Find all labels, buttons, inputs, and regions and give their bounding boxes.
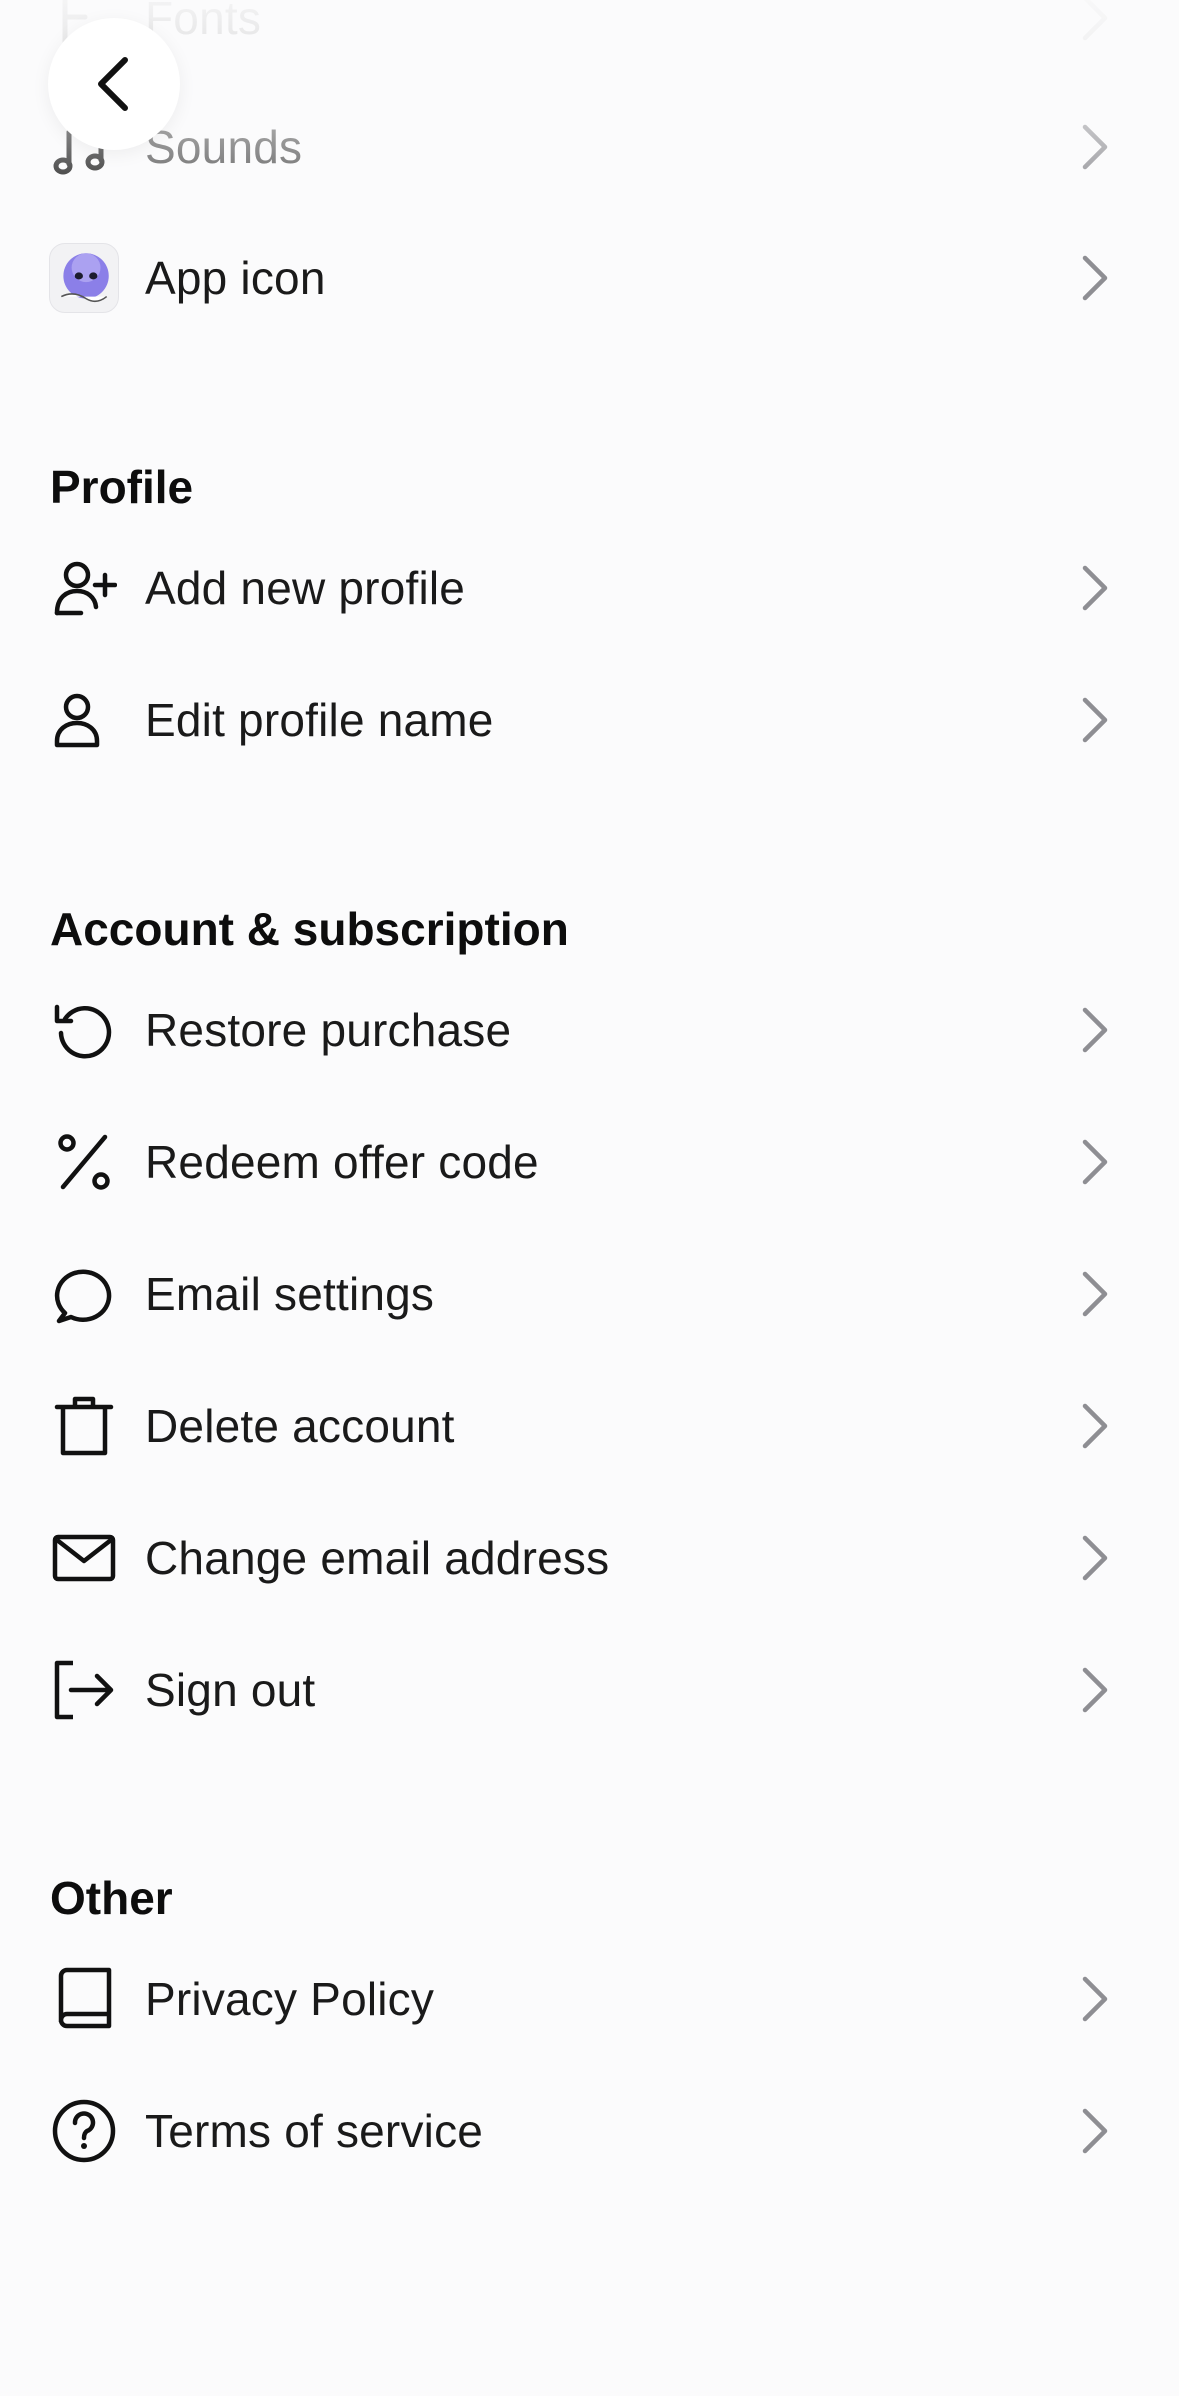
settings-item-add-new-profile[interactable]: Add new profile: [0, 522, 1179, 654]
chevron-right-icon: [1075, 1266, 1115, 1322]
settings-item-restore-purchase[interactable]: Restore purchase: [0, 964, 1179, 1096]
settings-item-label: Restore purchase: [145, 1004, 512, 1056]
chevron-right-icon: [1075, 692, 1115, 748]
user-plus-icon: [48, 552, 120, 624]
settings-page: Fonts Sounds App icon Profile Add new pr…: [0, 0, 1179, 2396]
chevron-right-icon: [1075, 1530, 1115, 1586]
settings-item-terms-of-service[interactable]: Terms of service: [0, 2065, 1179, 2197]
chevron-right-icon: [1075, 560, 1115, 616]
chevron-right-icon: [1075, 250, 1115, 306]
settings-item-privacy-policy[interactable]: Privacy Policy: [0, 1933, 1179, 2065]
restore-icon: [48, 994, 120, 1066]
settings-item-app-icon[interactable]: App icon: [0, 212, 1179, 344]
settings-item-label: App icon: [145, 252, 326, 304]
trash-icon: [48, 1390, 120, 1462]
percent-icon: [48, 1126, 120, 1198]
settings-item-label: Edit profile name: [145, 694, 494, 746]
chevron-right-icon: [1075, 1971, 1115, 2027]
settings-item-label: Terms of service: [145, 2105, 484, 2157]
back-button[interactable]: [48, 18, 180, 150]
envelope-icon: [48, 1522, 120, 1594]
settings-item-label: Sign out: [145, 1664, 316, 1716]
settings-item-label: Privacy Policy: [145, 1973, 435, 2025]
chevron-right-icon: [1075, 1662, 1115, 1718]
settings-item-delete-account[interactable]: Delete account: [0, 1360, 1179, 1492]
chevron-right-icon: [1075, 1398, 1115, 1454]
user-icon: [48, 684, 120, 756]
settings-item-redeem-offer-code[interactable]: Redeem offer code: [0, 1096, 1179, 1228]
settings-item-edit-profile-name[interactable]: Edit profile name: [0, 654, 1179, 786]
chevron-right-icon: [1075, 119, 1115, 175]
settings-item-label: Delete account: [145, 1400, 455, 1452]
book-icon: [48, 1963, 120, 2035]
settings-item-sign-out[interactable]: Sign out: [0, 1624, 1179, 1756]
chat-bubble-icon: [48, 1258, 120, 1330]
chevron-right-icon: [1075, 0, 1115, 46]
settings-item-label: Add new profile: [145, 562, 466, 614]
section-title-account: Account & subscription: [50, 903, 569, 955]
settings-item-email-settings[interactable]: Email settings: [0, 1228, 1179, 1360]
section-title-profile: Profile: [50, 461, 194, 513]
settings-item-label: Change email address: [145, 1532, 610, 1584]
settings-item-change-email-address[interactable]: Change email address: [0, 1492, 1179, 1624]
settings-item-label: Sounds: [145, 121, 303, 173]
section-title-other: Other: [50, 1872, 173, 1924]
settings-item-label: Email settings: [145, 1268, 435, 1320]
settings-item-label: Redeem offer code: [145, 1136, 539, 1188]
chevron-right-icon: [1075, 2103, 1115, 2159]
app-icon-thumbnail: [48, 242, 120, 314]
chevron-right-icon: [1075, 1134, 1115, 1190]
sign-out-icon: [48, 1654, 120, 1726]
chevron-right-icon: [1075, 1002, 1115, 1058]
chevron-left-icon: [98, 57, 128, 111]
question-circle-icon: [48, 2095, 120, 2167]
